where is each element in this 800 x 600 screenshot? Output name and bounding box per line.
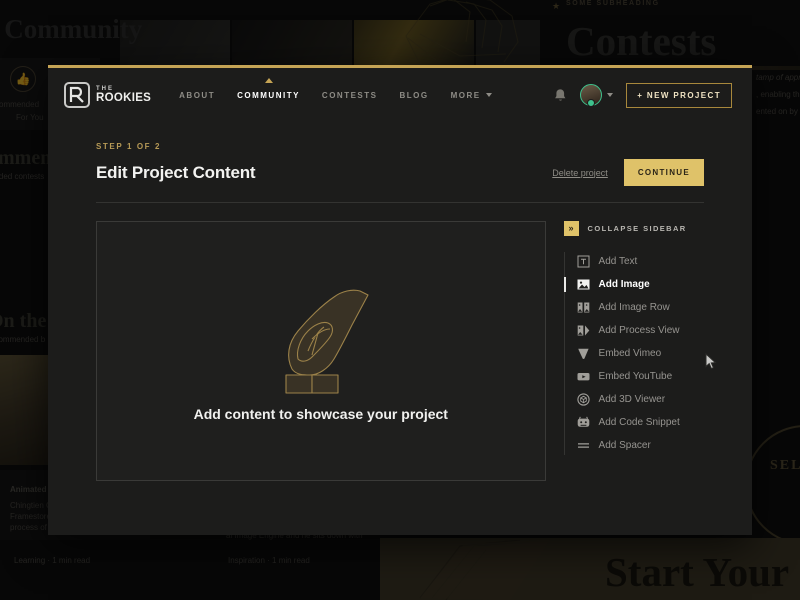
- nav-item-community-label: COMMUNITY: [237, 90, 300, 100]
- menu-item-embed-youtube-label: Embed YouTube: [598, 371, 673, 382]
- menu-item-add-image-row[interactable]: Add Image Row: [564, 296, 704, 319]
- edit-project-modal: THE ROOKIES ABOUT COMMUNITY CONTESTS BLO…: [48, 65, 752, 535]
- nav-links: ABOUT COMMUNITY CONTESTS BLOG MORE: [179, 77, 492, 104]
- page-title: Edit Project Content: [96, 162, 256, 182]
- chevron-down-icon: [485, 93, 492, 97]
- menu-item-add-3d-viewer[interactable]: Add 3D Viewer: [564, 388, 704, 411]
- menu-item-add-process-view-label: Add Process View: [598, 325, 680, 336]
- menu-item-add-code-snippet-label: Add Code Snippet: [598, 417, 680, 428]
- code-snippet-icon: [577, 416, 590, 429]
- spacer-icon: [577, 439, 590, 452]
- text-box-icon: [577, 255, 590, 268]
- divider: [96, 202, 704, 203]
- logo-rookies-text: ROOKIES: [96, 91, 152, 104]
- nav-item-more-label: MORE: [450, 90, 481, 100]
- menu-item-add-text[interactable]: Add Text: [564, 250, 704, 273]
- menu-item-embed-youtube[interactable]: Embed YouTube: [564, 365, 704, 388]
- canvas-empty-text: Add content to showcase your project: [193, 405, 448, 422]
- cube-3d-icon: [576, 393, 590, 406]
- continue-button[interactable]: CONTINUE: [623, 159, 704, 186]
- chevron-double-right-icon: »: [563, 221, 579, 236]
- new-project-button[interactable]: + NEW PROJECT: [626, 82, 732, 108]
- nav-item-about[interactable]: ABOUT: [179, 87, 215, 104]
- collapse-sidebar-label: COLLAPSE SIDEBAR: [587, 224, 687, 233]
- menu-item-add-code-snippet[interactable]: Add Code Snippet: [564, 411, 704, 434]
- bell-icon[interactable]: [554, 88, 567, 103]
- menu-item-embed-vimeo-label: Embed Vimeo: [598, 348, 662, 359]
- step-indicator: STEP 1 OF 2: [96, 142, 162, 151]
- title-row: Edit Project Content Delete project CONT…: [96, 159, 704, 186]
- nav-item-contests[interactable]: CONTESTS: [322, 87, 378, 104]
- project-content-canvas[interactable]: Add content to showcase your project: [96, 221, 546, 481]
- logo-the-text: THE: [96, 85, 114, 92]
- delete-project-link[interactable]: Delete project: [552, 168, 608, 178]
- title-actions: Delete project CONTINUE: [552, 159, 704, 186]
- content-blocks-sidebar: » COLLAPSE SIDEBAR Add Text Add Image Ad…: [563, 221, 704, 481]
- menu-item-add-spacer[interactable]: Add Spacer: [564, 434, 704, 457]
- menu-item-add-process-view[interactable]: Add Process View: [564, 319, 704, 342]
- menu-item-add-3d-viewer-label: Add 3D Viewer: [598, 394, 666, 405]
- avatar-chevron-down-icon: [607, 93, 614, 97]
- navbar: THE ROOKIES ABOUT COMMUNITY CONTESTS BLO…: [48, 68, 752, 122]
- menu-item-add-spacer-label: Add Spacer: [598, 440, 651, 451]
- image-row-icon: [577, 301, 590, 314]
- block-type-menu: Add Text Add Image Add Image Row Add Pro…: [563, 250, 704, 457]
- navbar-right: + NEW PROJECT: [554, 82, 732, 108]
- menu-item-add-image-label: Add Image: [598, 279, 650, 290]
- avatar[interactable]: [580, 84, 603, 106]
- content-split: Add content to showcase your project » C…: [96, 221, 704, 481]
- youtube-icon: [577, 370, 590, 383]
- nav-item-community[interactable]: COMMUNITY: [237, 77, 300, 104]
- collapse-sidebar-button[interactable]: » COLLAPSE SIDEBAR: [563, 221, 704, 236]
- rookies-logo[interactable]: THE ROOKIES: [64, 82, 151, 108]
- menu-item-add-image[interactable]: Add Image: [563, 273, 704, 296]
- nav-item-blog[interactable]: BLOG: [399, 87, 428, 104]
- rookies-logo-icon: [64, 82, 90, 108]
- menu-item-add-image-row-label: Add Image Row: [598, 302, 670, 313]
- screen: r Community ★ SOME SUBHEADING Contests 👍…: [0, 0, 800, 600]
- menu-item-embed-vimeo[interactable]: Embed Vimeo: [564, 342, 704, 365]
- process-view-icon: [577, 324, 590, 337]
- vimeo-icon: [577, 347, 590, 360]
- nav-item-more[interactable]: MORE: [451, 87, 492, 104]
- user-menu[interactable]: [580, 84, 614, 106]
- image-icon: [577, 278, 590, 291]
- active-nav-caret-icon: [264, 77, 273, 83]
- modal-body: STEP 1 OF 2 Edit Project Content Delete …: [48, 122, 752, 481]
- hand-placing-blocks-icon: [285, 289, 369, 394]
- menu-item-add-text-label: Add Text: [598, 256, 638, 267]
